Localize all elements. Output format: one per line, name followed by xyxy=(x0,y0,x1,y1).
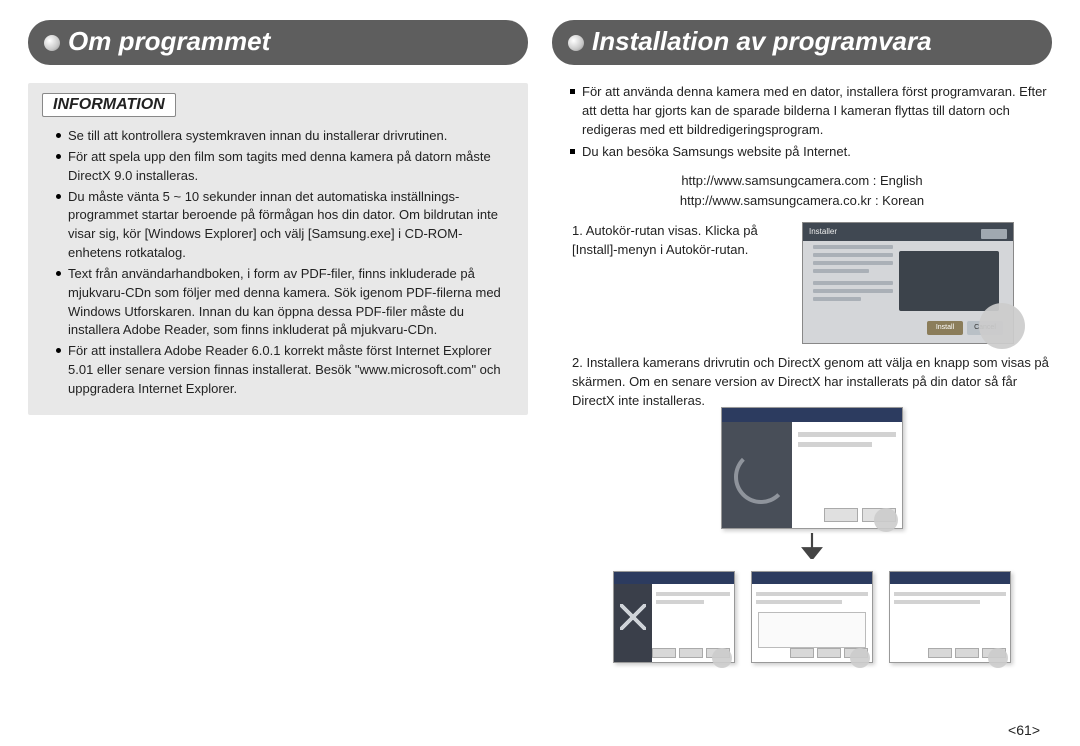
wizard-screenshot-top xyxy=(721,407,903,529)
left-column: Om programmet INFORMATION Se till att ko… xyxy=(28,20,528,746)
page-number: <61> xyxy=(1008,722,1040,738)
cursor-highlight-icon xyxy=(979,303,1025,349)
pill-dot-icon xyxy=(568,35,584,51)
samsung-logo-icon xyxy=(981,229,1007,239)
directx-screenshot xyxy=(751,571,873,663)
installer-header: Installer xyxy=(809,226,837,238)
install-steps: 1. Autokör-rutan visas. Klicka på [Insta… xyxy=(552,222,1052,662)
intro-item: Du kan besöka Samsungs website på Intern… xyxy=(570,143,1052,162)
intro-list: För att använda denna kamera med en dato… xyxy=(552,83,1052,161)
installer-install-button: Install xyxy=(927,321,963,335)
info-item: Se till att kontrollera systemkraven inn… xyxy=(56,127,514,146)
information-box: INFORMATION Se till att kontrollera syst… xyxy=(28,83,528,415)
directx-screenshot xyxy=(613,571,735,663)
pill-dot-icon xyxy=(44,35,60,51)
info-item: För att installera Adobe Reader 6.0.1 ko… xyxy=(56,342,514,399)
directx-screenshots-row xyxy=(572,571,1052,663)
step-2-text: 2. Installera kamerans drivrutin och Dir… xyxy=(572,354,1052,411)
step-2: 2. Installera kamerans drivrutin och Dir… xyxy=(572,354,1052,662)
section-title-pill: Installation av programvara xyxy=(552,20,1052,65)
cursor-highlight-icon xyxy=(874,508,898,532)
info-item: Du måste vänta 5 ~ 10 sekunder innan det… xyxy=(56,188,514,263)
information-label: INFORMATION xyxy=(42,93,176,117)
link-korean: http://www.samsungcamera.co.kr : Korean xyxy=(552,191,1052,211)
step-1-text: 1. Autokör-rutan visas. Klicka på [Insta… xyxy=(572,222,792,260)
installer-screenshot: Installer Install Cancel xyxy=(802,222,1014,344)
installer-titlebar xyxy=(722,408,902,422)
installer-side-panel xyxy=(722,422,792,528)
installer-text-block xyxy=(813,245,893,315)
install-arrow-icon xyxy=(734,450,788,504)
directx-screenshot xyxy=(889,571,1011,663)
directx-logo-icon xyxy=(620,604,646,630)
step-1: 1. Autokör-rutan visas. Klicka på [Insta… xyxy=(572,222,1052,344)
cursor-highlight-icon xyxy=(712,648,732,668)
cursor-highlight-icon xyxy=(850,648,870,668)
information-list: Se till att kontrollera systemkraven inn… xyxy=(42,127,514,399)
info-item: För att spela upp den film som tagits me… xyxy=(56,148,514,186)
right-title: Installation av programvara xyxy=(592,26,1034,57)
arrow-down-icon xyxy=(572,533,1052,565)
info-item: Text från användarhandboken, i form av P… xyxy=(56,265,514,340)
manual-page: Om programmet INFORMATION Se till att ko… xyxy=(0,0,1080,746)
right-column: Installation av programvara För att anvä… xyxy=(552,20,1052,746)
left-title: Om programmet xyxy=(68,26,510,57)
website-links: http://www.samsungcamera.com : English h… xyxy=(552,171,1052,210)
intro-item: För att använda denna kamera med en dato… xyxy=(570,83,1052,140)
cursor-highlight-icon xyxy=(988,648,1008,668)
camera-product-image xyxy=(899,251,999,311)
link-english: http://www.samsungcamera.com : English xyxy=(552,171,1052,191)
section-title-pill: Om programmet xyxy=(28,20,528,65)
